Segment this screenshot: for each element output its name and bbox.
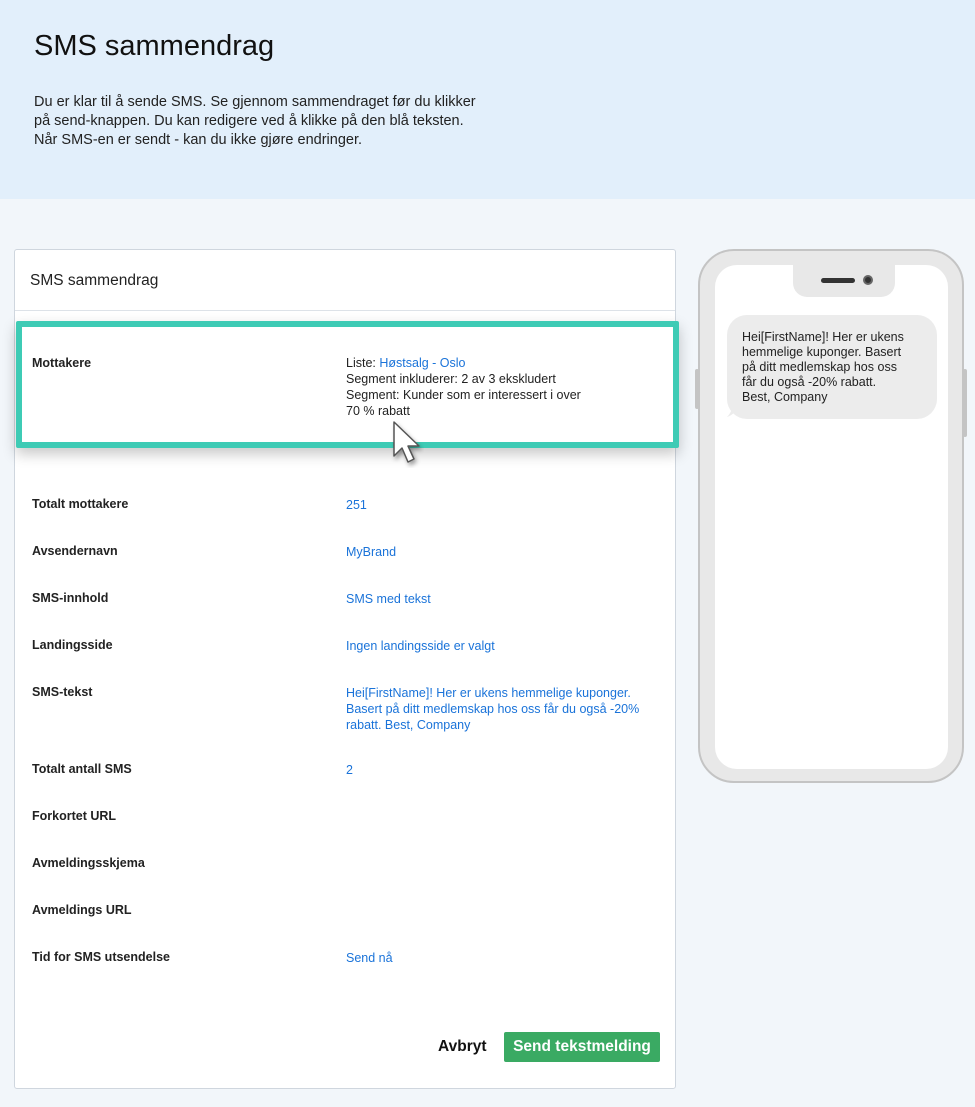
page-intro: Du er klar til å sende SMS. Se gjennom s… xyxy=(34,94,476,148)
phone-side-button xyxy=(963,369,967,437)
sms-content-label: SMS-innhold xyxy=(32,591,109,605)
short-url-label: Forkortet URL xyxy=(32,809,117,823)
sender-name-value[interactable]: MyBrand xyxy=(346,544,656,560)
recipients-label: Mottakere xyxy=(32,356,92,370)
cancel-button[interactable]: Avbryt xyxy=(426,1032,499,1062)
sms-text-value[interactable]: Hei[FirstName]! Her er ukens hemmelige k… xyxy=(346,685,658,733)
list-name-link[interactable]: Høstsalg - Oslo xyxy=(379,356,465,370)
panel-divider xyxy=(15,310,675,311)
sms-preview-bubble: Hei[FirstName]! Her er ukens hemmelige k… xyxy=(727,315,937,419)
sms-content-value[interactable]: SMS med tekst xyxy=(346,591,656,607)
send-sms-button[interactable]: Send tekstmelding xyxy=(504,1032,660,1062)
send-time-label: Tid for SMS utsendelse xyxy=(32,950,170,964)
segment-line-1: Segment: Kunder som er interessert i ove… xyxy=(346,388,581,402)
total-recipients-label: Totalt mottakere xyxy=(32,497,129,511)
sms-text-label: SMS-tekst xyxy=(32,685,93,699)
total-recipients-value[interactable]: 251 xyxy=(346,497,656,513)
phone-notch xyxy=(793,265,895,297)
segment-includes: Segment inkluderer: 2 av 3 ekskludert xyxy=(346,372,556,386)
unsubscribe-form-label: Avmeldingsskjema xyxy=(32,856,145,870)
landing-page-label: Landingsside xyxy=(32,638,113,652)
unsubscribe-url-label: Avmeldings URL xyxy=(32,903,132,917)
page-title: SMS sammendrag xyxy=(34,30,275,62)
mouse-cursor-icon xyxy=(393,421,420,463)
segment-line-2: 70 % rabatt xyxy=(346,404,410,418)
total-sms-label: Totalt antall SMS xyxy=(32,762,132,776)
sender-name-label: Avsendernavn xyxy=(32,544,118,558)
send-time-value[interactable]: Send nå xyxy=(346,950,656,966)
phone-camera xyxy=(863,275,873,285)
phone-preview: Hei[FirstName]! Her er ukens hemmelige k… xyxy=(695,249,967,783)
recipients-value: Liste: Høstsalg - Oslo Segment inkludere… xyxy=(346,355,656,419)
total-sms-value[interactable]: 2 xyxy=(346,762,656,778)
panel-title: SMS sammendrag xyxy=(30,272,159,289)
list-prefix: Liste: xyxy=(346,356,380,370)
recipients-list-line: Liste: Høstsalg - Oslo xyxy=(346,355,656,371)
phone-speaker xyxy=(821,278,855,283)
phone-side-button xyxy=(695,369,699,409)
landing-page-value[interactable]: Ingen landingsside er valgt xyxy=(346,638,656,654)
page-header: SMS sammendrag Du er klar til å sende SM… xyxy=(0,0,975,199)
phone-screen: Hei[FirstName]! Her er ukens hemmelige k… xyxy=(715,265,948,769)
